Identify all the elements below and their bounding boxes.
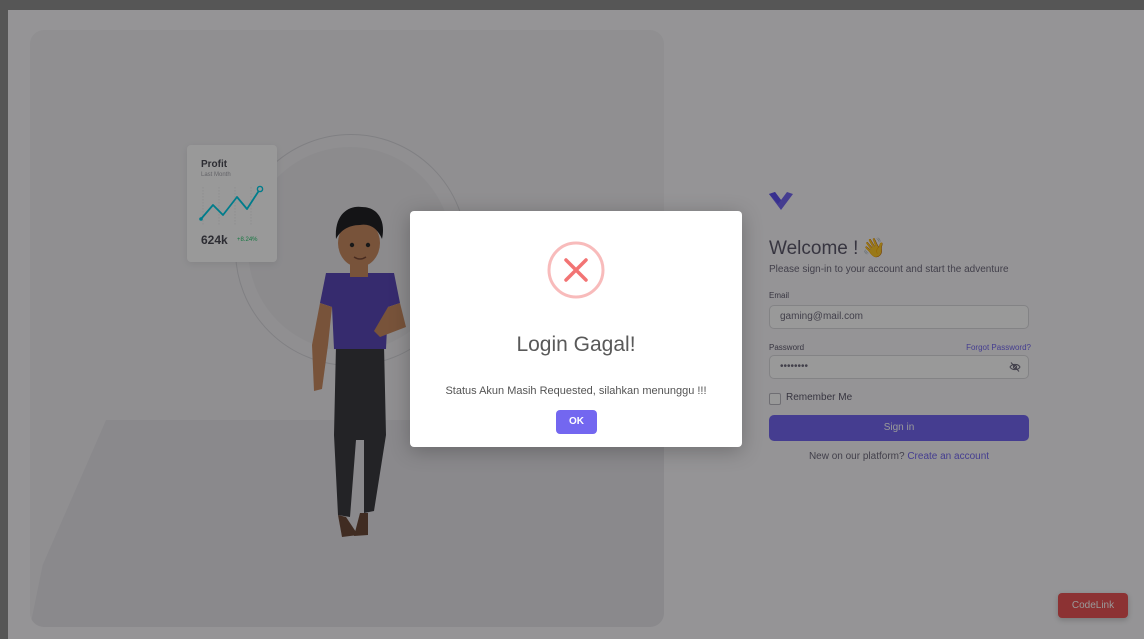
error-x-icon	[547, 241, 605, 299]
ok-button[interactable]: OK	[556, 410, 597, 434]
dialog-title: Login Gagal!	[516, 333, 636, 356]
login-failed-dialog: Login Gagal! Status Akun Masih Requested…	[410, 211, 742, 447]
dialog-message: Status Akun Masih Requested, silahkan me…	[445, 385, 707, 397]
